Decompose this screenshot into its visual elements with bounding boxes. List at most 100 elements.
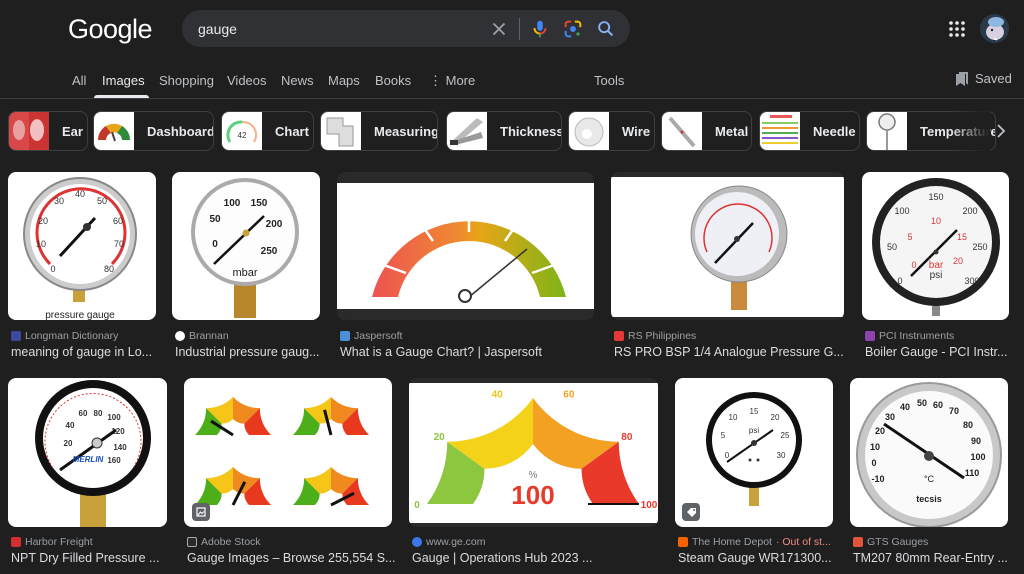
svg-text:250: 250 xyxy=(261,246,278,257)
result-image[interactable]: 0 50 100 150 200 250 mbar xyxy=(172,172,320,320)
result-source[interactable]: PCI Instruments xyxy=(865,330,954,342)
result-image[interactable] xyxy=(184,378,392,527)
tools-button[interactable]: Tools xyxy=(594,73,624,88)
result-source[interactable]: RS Philippines xyxy=(614,330,696,342)
chip-measuring[interactable]: Measuring xyxy=(320,111,438,151)
result-source[interactable]: Adobe Stock xyxy=(187,536,261,548)
mic-icon[interactable] xyxy=(529,18,551,40)
chip-label: Thickness xyxy=(500,123,562,139)
header-divider xyxy=(0,98,1024,99)
result-image[interactable]: 0 20 40 60 80 100% 100 xyxy=(409,378,658,527)
svg-text:200: 200 xyxy=(962,206,977,216)
chip-label: Measuring xyxy=(374,123,438,139)
svg-text:20: 20 xyxy=(953,256,963,266)
result-title[interactable]: NPT Dry Filled Pressure ... xyxy=(11,551,159,565)
svg-text:30: 30 xyxy=(54,196,64,206)
result-image[interactable]: 0 50 100 150 200 250 300 0 5 10 15 20 bar psi xyxy=(862,172,1009,320)
svg-text:100: 100 xyxy=(970,452,985,462)
tab-images[interactable]: Images xyxy=(102,73,145,88)
tab-videos[interactable]: Videos xyxy=(227,73,267,88)
result-title[interactable]: Gauge Images – Browse 255,554 S... xyxy=(187,551,395,565)
chip-thickness[interactable]: Thickness xyxy=(446,111,562,151)
result-source[interactable]: www.ge.com xyxy=(412,536,486,548)
avatar[interactable] xyxy=(980,14,1009,43)
google-logo[interactable]: Google xyxy=(68,14,153,45)
svg-text:5: 5 xyxy=(721,431,726,440)
chip-chart[interactable]: 42 Chart xyxy=(221,111,314,151)
price-tag-icon xyxy=(682,503,700,521)
chip-ear[interactable]: Ear xyxy=(8,111,88,151)
dial-unit: mbar xyxy=(232,267,257,279)
favicon xyxy=(853,537,863,547)
svg-text:60: 60 xyxy=(79,409,88,418)
lens-icon[interactable] xyxy=(562,18,584,40)
result-source[interactable]: The Home Depot · Out of st... xyxy=(678,536,831,548)
chevron-right-icon[interactable] xyxy=(992,122,1010,140)
dial-unit: °C xyxy=(924,474,935,484)
gauge-tick-label: 100 xyxy=(641,500,658,511)
search-divider xyxy=(519,18,520,40)
result-title[interactable]: meaning of gauge in Lo... xyxy=(11,345,152,359)
favicon xyxy=(614,331,624,341)
result-source[interactable]: GTS Gauges xyxy=(853,536,928,548)
search-bar[interactable] xyxy=(182,10,630,47)
search-input[interactable] xyxy=(198,10,478,47)
multi-gauge-svg xyxy=(195,397,369,507)
favicon xyxy=(412,537,422,547)
dial-unit-psi: psi xyxy=(930,270,943,281)
chip-wire[interactable]: Wire xyxy=(568,111,655,151)
chip-needle[interactable]: Needle xyxy=(759,111,860,151)
result-source[interactable]: Brannan xyxy=(175,330,229,342)
favicon xyxy=(187,537,197,547)
saved-button[interactable]: Saved xyxy=(956,71,1012,86)
source-name: Brannan xyxy=(189,330,229,342)
svg-text:60: 60 xyxy=(933,400,943,410)
chip-label: Temperature xyxy=(920,123,996,139)
svg-text:10: 10 xyxy=(870,442,880,452)
svg-text:80: 80 xyxy=(94,409,103,418)
result-source[interactable]: Jaspersoft xyxy=(340,330,402,342)
chip-label: Dashboard xyxy=(147,123,214,139)
chip-metal[interactable]: Metal xyxy=(661,111,752,151)
result-source[interactable]: Harbor Freight xyxy=(11,536,93,548)
image-caption: pressure gauge xyxy=(45,310,115,320)
result-title[interactable]: RS PRO BSP 1/4 Analogue Pressure G... xyxy=(614,345,844,359)
result-image[interactable]: 20 40 60 80 100 120 140 160 MERLIN xyxy=(8,378,167,527)
chip-thumb-metal xyxy=(662,112,702,150)
search-icon[interactable] xyxy=(595,18,617,40)
chip-thumb-ear xyxy=(9,112,49,150)
source-name: Longman Dictionary xyxy=(25,330,119,342)
result-title[interactable]: Industrial pressure gaug... xyxy=(175,345,320,359)
svg-text:10: 10 xyxy=(729,413,738,422)
svg-text:10: 10 xyxy=(36,239,46,249)
result-image[interactable]: 0 10 20 30 40 50 60 70 80 pressure gauge xyxy=(8,172,156,320)
chip-thumb-chart: 42 xyxy=(222,112,262,150)
result-title[interactable]: What is a Gauge Chart? | Jaspersoft xyxy=(340,345,542,359)
chip-dashboard[interactable]: Dashboard xyxy=(93,111,214,151)
apps-grid-icon[interactable] xyxy=(948,20,966,38)
svg-text:-10: -10 xyxy=(871,474,884,484)
tab-more[interactable]: ⋮ More xyxy=(429,73,475,89)
result-source[interactable]: Longman Dictionary xyxy=(11,330,118,342)
chip-thumb-needle xyxy=(760,112,800,150)
result-image[interactable]: -10 0 10 20 30 40 50 60 70 80 90 100 110 °C tecsis xyxy=(850,378,1008,527)
clear-icon[interactable] xyxy=(488,18,510,40)
result-title[interactable]: Steam Gauge WR171300... xyxy=(678,551,832,565)
tab-all[interactable]: All xyxy=(72,73,86,88)
tab-maps[interactable]: Maps xyxy=(328,73,360,88)
result-title[interactable]: Gauge | Operations Hub 2023 ... xyxy=(412,551,592,565)
tab-shopping[interactable]: Shopping xyxy=(159,73,214,88)
gauge-tick-label: 20 xyxy=(434,432,446,443)
chip-chart-value: 42 xyxy=(238,131,247,140)
svg-text:40: 40 xyxy=(66,421,75,430)
svg-text:50: 50 xyxy=(97,196,107,206)
result-title[interactable]: TM207 80mm Rear-Entry ... xyxy=(853,551,1008,565)
tab-books[interactable]: Books xyxy=(375,73,411,88)
result-title[interactable]: Boiler Gauge - PCI Instr... xyxy=(865,345,1007,359)
chip-temperature[interactable]: Temperature xyxy=(866,111,996,151)
result-image[interactable] xyxy=(611,172,844,320)
source-name: Harbor Freight xyxy=(25,536,93,548)
chip-thumb-wire xyxy=(569,112,609,150)
result-image[interactable] xyxy=(337,172,594,320)
tab-news[interactable]: News xyxy=(281,73,314,88)
